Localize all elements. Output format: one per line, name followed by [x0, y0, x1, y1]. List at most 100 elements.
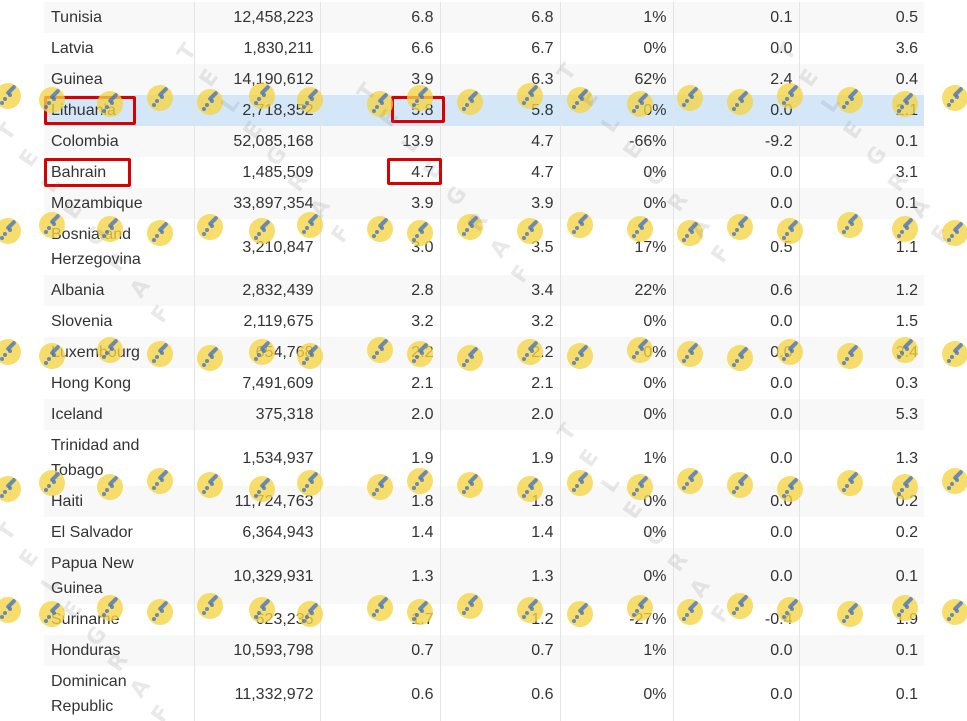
- value-cell-2: 2.0: [440, 399, 561, 430]
- last-value-cell: 0.1: [799, 666, 924, 721]
- table-row: Slovenia 2,119,675 3.2 3.2 0% 0.0 1.5: [44, 306, 924, 337]
- value-cell-2: 6.8: [440, 2, 561, 33]
- country-cell: Colombia: [44, 126, 195, 157]
- table-row: Albania 2,832,439 2.8 3.4 22% 0.6 1.2: [44, 275, 924, 306]
- table-row: Bosnia and Herzegovina 3,210,847 3.0 3.5 17%…: [44, 219, 924, 275]
- value-cell-1: 2.8: [320, 275, 441, 306]
- left-gutter: [0, 0, 44, 721]
- change-cell: 0.0: [673, 635, 800, 666]
- population-cell: 12,458,223: [194, 2, 321, 33]
- value-cell-2: 1.3: [440, 548, 561, 604]
- table-row: Papua New Guinea 10,329,931 1.3 1.3 0% 0.0 0.1: [44, 548, 924, 604]
- last-value-cell: 1.9: [799, 604, 924, 635]
- country-cell: Trinidad and Tobago: [44, 430, 195, 486]
- last-value-cell: 2.1: [799, 95, 924, 126]
- last-value-cell: 0.4: [799, 64, 924, 95]
- value-cell-2: 1.8: [440, 486, 561, 517]
- last-value-cell: 0.1: [799, 548, 924, 604]
- table-row: Latvia 1,830,211 6.6 6.7 0% 0.0 3.6: [44, 33, 924, 64]
- value-cell-1: 4.7: [320, 157, 441, 188]
- country-cell: Bahrain: [44, 157, 195, 188]
- screenshot-page: Tunisia 12,458,223 6.8 6.8 1% 0.1 0.5 Latvia 1,8…: [0, 0, 967, 721]
- value-cell-1: 6.8: [320, 2, 441, 33]
- value-cell-2: 6.3: [440, 64, 561, 95]
- country-cell: Albania: [44, 275, 195, 306]
- value-cell-2: 0.6: [440, 666, 561, 721]
- percent-change-cell: 0%: [560, 486, 674, 517]
- percent-change-cell: 0%: [560, 157, 674, 188]
- population-cell: 14,190,612: [194, 64, 321, 95]
- table-row: Suriname 623,236 1.7 1.2 -27% -0.4 1.9: [44, 604, 924, 635]
- change-cell: -9.2: [673, 126, 800, 157]
- percent-change-cell: 1%: [560, 2, 674, 33]
- last-value-cell: 1.3: [799, 430, 924, 486]
- country-cell: Bosnia and Herzegovina: [44, 219, 195, 275]
- country-cell: Iceland: [44, 399, 195, 430]
- percent-change-cell: 0%: [560, 337, 674, 368]
- value-cell-2: 5.8: [440, 95, 561, 126]
- last-value-cell: 3.6: [799, 33, 924, 64]
- last-value-cell: 1.5: [799, 306, 924, 337]
- change-cell: 0.0: [673, 666, 800, 721]
- value-cell-2: 6.7: [440, 33, 561, 64]
- last-value-cell: 0.5: [799, 2, 924, 33]
- last-value-cell: 0.2: [799, 517, 924, 548]
- percent-change-cell: 17%: [560, 219, 674, 275]
- last-value-cell: 0.2: [799, 486, 924, 517]
- last-value-cell: 3.1: [799, 157, 924, 188]
- country-cell: Slovenia: [44, 306, 195, 337]
- country-cell: Dominican Republic: [44, 666, 195, 721]
- value-cell-1: 5.8: [320, 95, 441, 126]
- table-row: Colombia 52,085,168 13.9 4.7 -66% -9.2 0.1: [44, 126, 924, 157]
- value-cell-2: 3.5: [440, 219, 561, 275]
- value-cell-2: 1.9: [440, 430, 561, 486]
- value-cell-2: 4.7: [440, 157, 561, 188]
- country-cell: Luxembourg: [44, 337, 195, 368]
- population-cell: 11,332,972: [194, 666, 321, 721]
- change-cell: 0.0: [673, 188, 800, 219]
- population-cell: 33,897,354: [194, 188, 321, 219]
- table-row: Trinidad and Tobago 1,534,937 1.9 1.9 1% 0.0 1…: [44, 430, 924, 486]
- value-cell-1: 0.7: [320, 635, 441, 666]
- value-cell-1: 3.9: [320, 188, 441, 219]
- percent-change-cell: 0%: [560, 368, 674, 399]
- population-cell: 1,485,509: [194, 157, 321, 188]
- percent-change-cell: -66%: [560, 126, 674, 157]
- table-row: Lithuania 2,718,352 5.8 5.8 0% 0.0 2.1: [44, 95, 924, 126]
- value-cell-1: 1.3: [320, 548, 441, 604]
- population-cell: 10,593,798: [194, 635, 321, 666]
- percent-change-cell: 0%: [560, 666, 674, 721]
- table-row: Guinea 14,190,612 3.9 6.3 62% 2.4 0.4: [44, 64, 924, 95]
- value-cell-1: 3.0: [320, 219, 441, 275]
- value-cell-2: 1.4: [440, 517, 561, 548]
- value-cell-1: 2.1: [320, 368, 441, 399]
- table-row: Mozambique 33,897,354 3.9 3.9 0% 0.0 0.1: [44, 188, 924, 219]
- change-cell: 0.0: [673, 517, 800, 548]
- value-cell-1: 1.8: [320, 486, 441, 517]
- last-value-cell: 1.2: [799, 275, 924, 306]
- change-cell: 0.0: [673, 33, 800, 64]
- population-cell: 7,491,609: [194, 368, 321, 399]
- percent-change-cell: 1%: [560, 635, 674, 666]
- percent-change-cell: 0%: [560, 188, 674, 219]
- last-value-cell: 0.3: [799, 368, 924, 399]
- percent-change-cell: 0%: [560, 306, 674, 337]
- population-cell: 2,119,675: [194, 306, 321, 337]
- value-cell-1: 6.6: [320, 33, 441, 64]
- percent-change-cell: -27%: [560, 604, 674, 635]
- percent-change-cell: 62%: [560, 64, 674, 95]
- table-row: Honduras 10,593,798 0.7 0.7 1% 0.0 0.1: [44, 635, 924, 666]
- country-cell: El Salvador: [44, 517, 195, 548]
- percent-change-cell: 1%: [560, 430, 674, 486]
- population-cell: 375,318: [194, 399, 321, 430]
- value-cell-2: 3.2: [440, 306, 561, 337]
- population-cell: 1,534,937: [194, 430, 321, 486]
- country-cell: Tunisia: [44, 2, 195, 33]
- country-cell: Latvia: [44, 33, 195, 64]
- last-value-cell: 0.1: [799, 126, 924, 157]
- change-cell: 0.0: [673, 399, 800, 430]
- value-cell-1: 1.4: [320, 517, 441, 548]
- change-cell: 0.0: [673, 486, 800, 517]
- percent-change-cell: 22%: [560, 275, 674, 306]
- population-cell: 1,830,211: [194, 33, 321, 64]
